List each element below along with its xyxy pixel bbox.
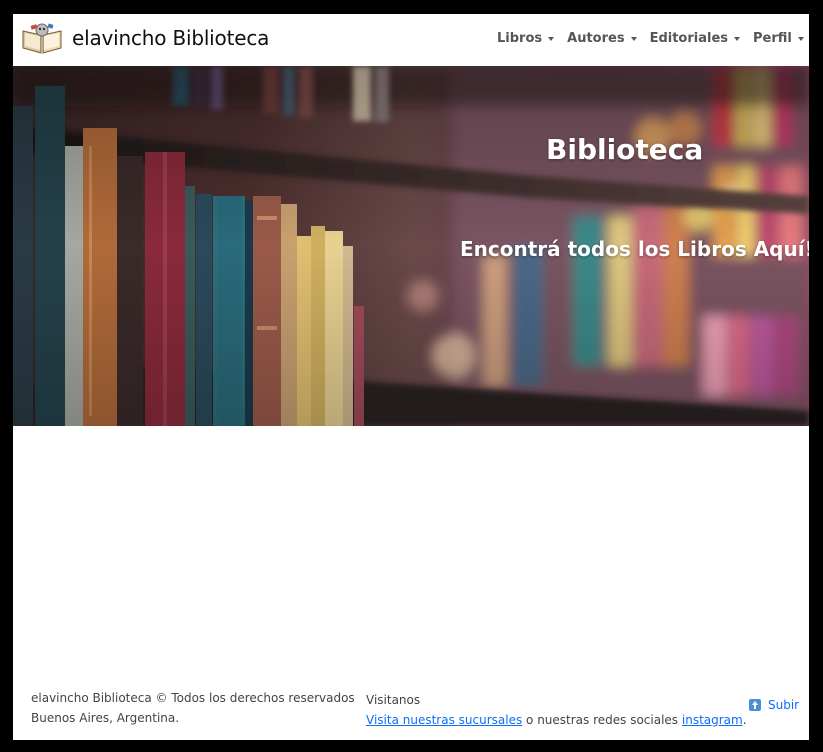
brand-name: elavincho Biblioteca: [72, 26, 270, 50]
caret-down-icon: [548, 36, 555, 41]
nav-libros-label: Libros: [497, 31, 543, 46]
footer: elavincho Biblioteca © Todos los derecho…: [13, 674, 809, 740]
navbar: elavincho Biblioteca Libros Autores Edit…: [13, 14, 809, 66]
caret-down-icon: [630, 36, 637, 41]
nav-autores-label: Autores: [567, 31, 625, 46]
footer-period: .: [742, 713, 747, 727]
footer-location: Buenos Aires, Argentina.: [31, 711, 180, 725]
brand[interactable]: elavincho Biblioteca: [21, 21, 269, 55]
footer-visit-heading: Visitanos: [366, 693, 421, 707]
nav-perfil[interactable]: Perfil: [753, 31, 804, 46]
caret-down-icon: [734, 36, 741, 41]
library-reading-icon: [21, 21, 63, 55]
footer-visit-block: Visitanos Visita nuestras sucursales o n…: [366, 690, 747, 730]
footer-copyright: elavincho Biblioteca © Todos los derecho…: [31, 691, 355, 705]
footer-middle-text: o nuestras redes sociales: [522, 713, 682, 727]
instagram-link[interactable]: instagram: [682, 713, 743, 727]
nav-libros[interactable]: Libros: [497, 31, 555, 46]
main-nav: Libros Autores Editoriales Perfil: [497, 31, 809, 46]
footer-copyright-block: elavincho Biblioteca © Todos los derecho…: [31, 688, 355, 728]
page-frame: elavincho Biblioteca Libros Autores Edit…: [13, 14, 809, 740]
nav-perfil-label: Perfil: [753, 31, 792, 46]
nav-editoriales-label: Editoriales: [649, 31, 729, 46]
branches-link[interactable]: Visita nuestras sucursales: [366, 713, 522, 727]
hero-subtitle: Encontrá todos los Libros Aquí!: [460, 237, 809, 261]
nav-autores[interactable]: Autores: [567, 31, 637, 46]
footer-visit-line: Visita nuestras sucursales o nuestras re…: [366, 710, 747, 730]
hero-title: Biblioteca: [546, 133, 704, 166]
arrow-up-icon: [749, 699, 761, 711]
nav-editoriales[interactable]: Editoriales: [649, 31, 741, 46]
hero-banner: Biblioteca Encontrá todos los Libros Aqu…: [13, 66, 809, 426]
back-to-top[interactable]: Subir: [749, 698, 799, 712]
back-to-top-label[interactable]: Subir: [768, 698, 799, 712]
caret-down-icon: [797, 36, 804, 41]
